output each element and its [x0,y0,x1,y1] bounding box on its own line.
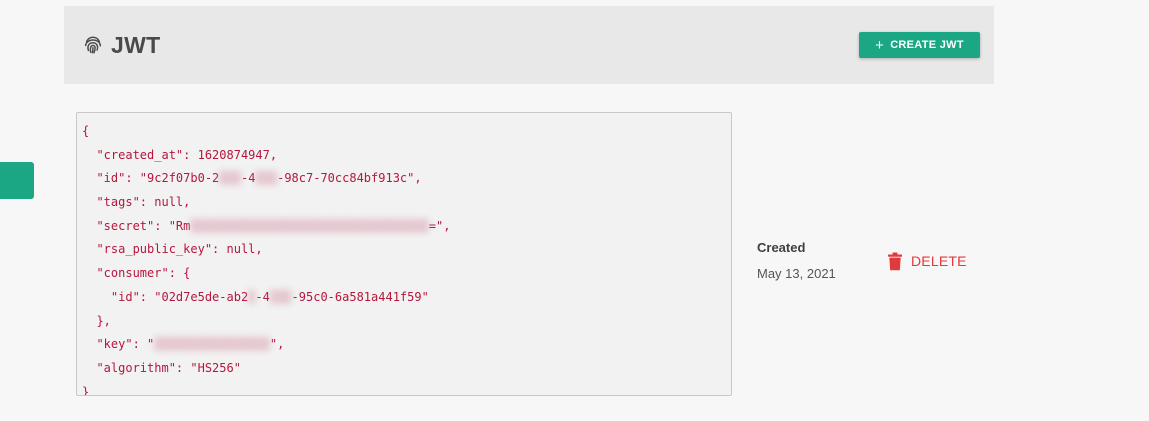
code-line: "tags": null, [82,195,191,210]
code-line: "secret": "Rm▒▒▒▒▒▒▒▒▒▒▒▒▒▒▒▒▒▒▒▒▒▒▒▒▒▒▒… [82,218,451,233]
redacted-text: ▒▒▒▒▒▒▒▒▒▒▒▒▒▒▒▒ [154,337,270,352]
page-title: JWT [111,31,161,58]
create-jwt-button[interactable]: + CREATE JWT [859,32,980,58]
redacted-text: ▒▒▒▒▒▒▒▒▒▒▒▒▒▒▒▒▒▒▒▒▒▒▒▒▒▒▒▒▒▒▒▒▒ [190,218,429,233]
jwt-json-viewer: { "created_at": 1620874947, "id": "9c2f0… [76,112,732,396]
code-line: } [82,384,90,396]
redacted-text: ▒▒▒ [269,289,292,304]
page-header: JWT + CREATE JWT [64,6,994,84]
sidebar-toggle-tab[interactable] [0,162,34,199]
create-jwt-button-label: CREATE JWT [890,39,964,51]
code-line: "id": "02d7e5de-ab2▒-4▒▒▒-95c0-6a581a441… [82,289,429,304]
delete-button-label: DELETE [911,253,967,269]
created-label: Created [757,240,806,255]
title-group: JWT [82,30,160,60]
redacted-text: ▒▒▒ [255,171,278,186]
fingerprint-icon [82,34,104,56]
code-line: "algorithm": "HS256" [82,360,241,375]
redacted-text: ▒▒▒ [219,171,241,186]
code-line: "id": "9c2f07b0-2▒▒▒-4▒▒▒-98c7-70cc84bf9… [82,171,422,186]
trash-icon [887,252,903,271]
created-date: May 13, 2021 [757,266,836,281]
plus-icon: + [875,36,885,54]
code-line: "rsa_public_key": null, [82,242,263,257]
code-line: "key": "▒▒▒▒▒▒▒▒▒▒▒▒▒▒▒▒", [82,337,285,352]
code-line: { [82,124,90,138]
redacted-text: ▒ [248,289,256,304]
code-line: }, [82,313,111,328]
code-line: "created_at": 1620874947, [82,147,278,162]
code-line: "consumer": { [82,266,191,281]
delete-jwt-button[interactable]: DELETE [887,250,967,272]
